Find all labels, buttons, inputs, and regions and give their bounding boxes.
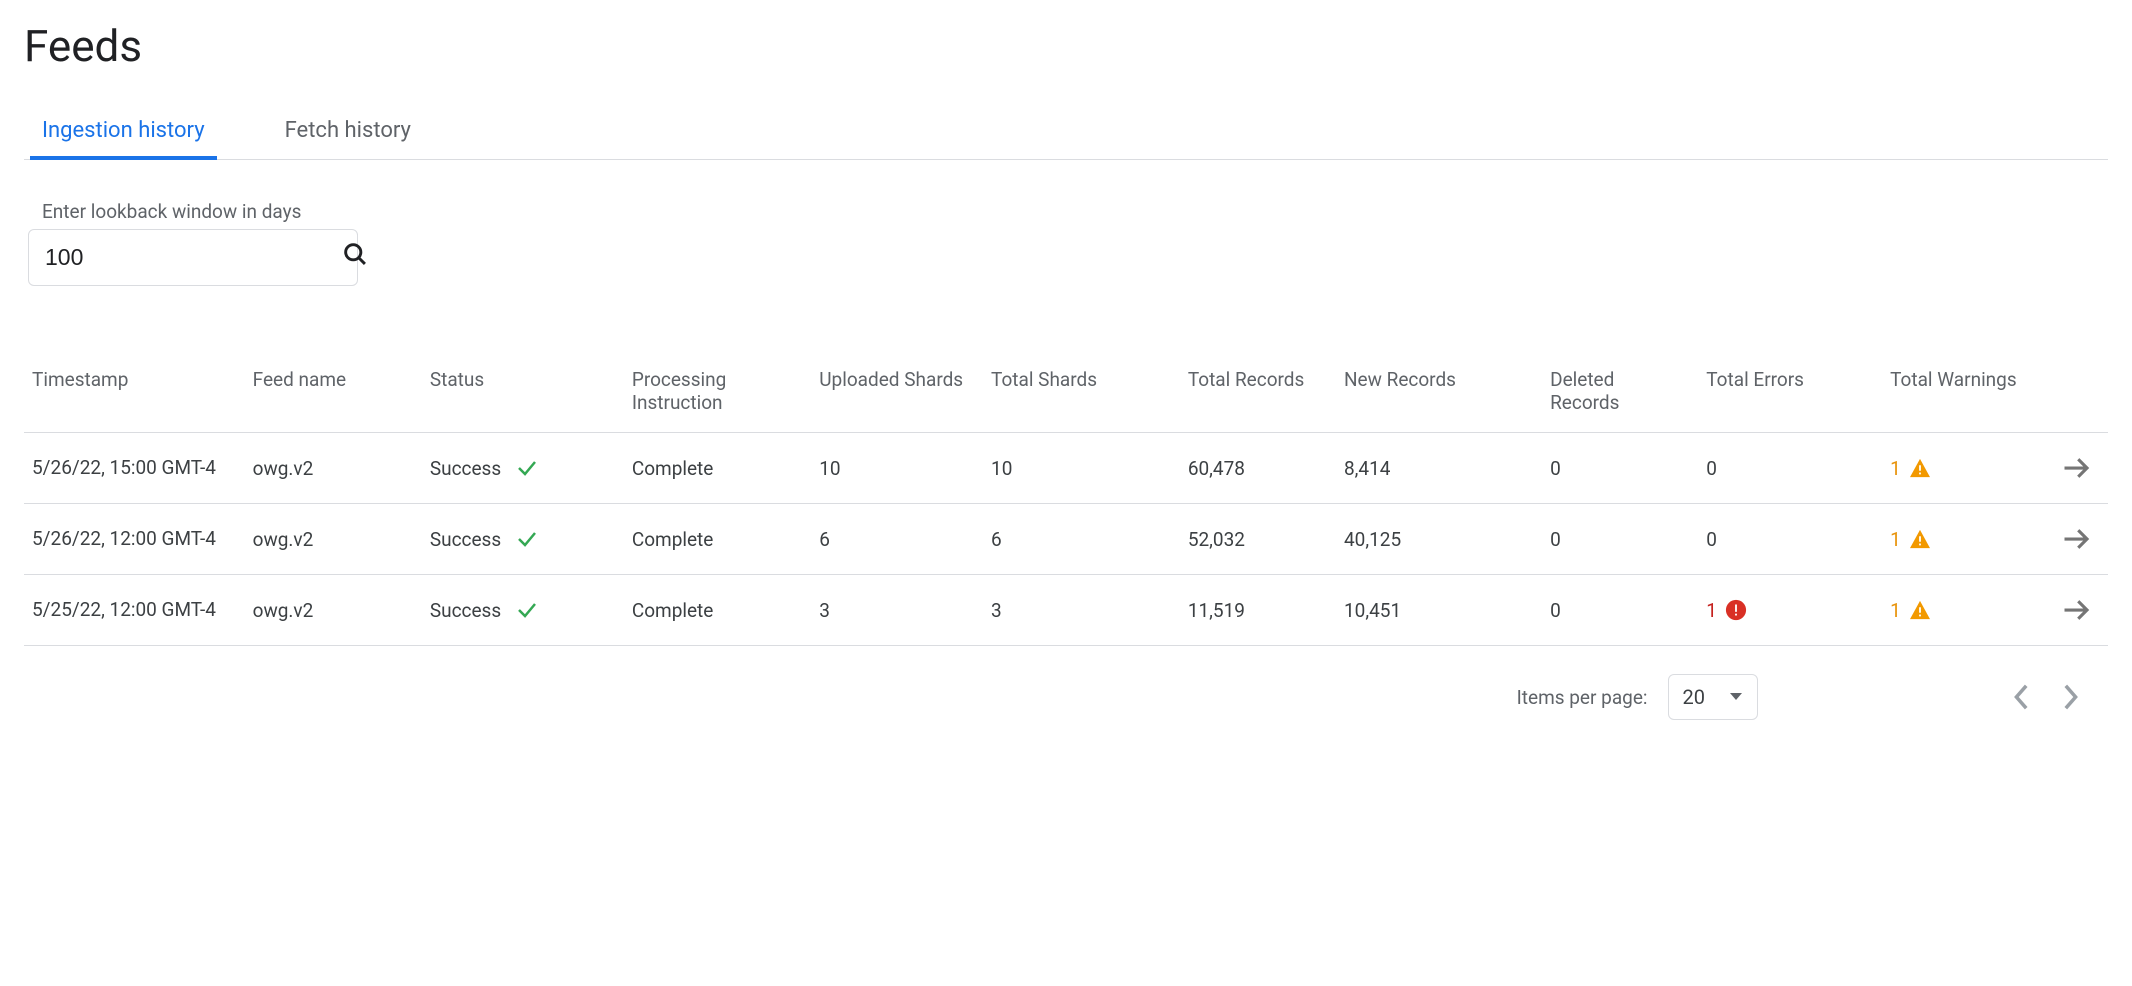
warning-icon: [1909, 529, 1931, 549]
feed-name-cell: owg.v2: [243, 504, 420, 575]
processing-instruction-cell: Complete: [622, 433, 809, 504]
items-per-page-label: Items per page:: [1517, 686, 1648, 709]
status-text: Success: [430, 457, 501, 480]
prev-page-button[interactable]: [2008, 679, 2036, 715]
error-icon: [1725, 599, 1747, 621]
total-warnings-value: 1: [1890, 457, 1901, 480]
col-total-warnings[interactable]: Total Warnings: [1880, 356, 2052, 433]
uploaded-shards-cell: 10: [809, 433, 981, 504]
lookback-field[interactable]: [28, 229, 358, 286]
check-icon: [515, 527, 539, 551]
total-errors-cell: 0: [1696, 504, 1880, 575]
table-row: 5/26/22, 15:00 GMT-4 owg.v2 Success Comp…: [24, 433, 2108, 504]
timestamp-cell: 5/25/22, 12:00 GMT-4: [24, 575, 243, 646]
uploaded-shards-cell: 3: [809, 575, 981, 646]
col-processing-instruction[interactable]: Processing Instruction: [622, 356, 809, 433]
new-records-cell: 8,414: [1334, 433, 1540, 504]
feed-name-cell: owg.v2: [243, 575, 420, 646]
total-errors-value: 0: [1706, 457, 1717, 480]
tab-fetch-history[interactable]: Fetch history: [285, 108, 411, 159]
tabs: Ingestion history Fetch history: [24, 108, 2108, 160]
total-warnings-cell: 1: [1880, 504, 2052, 575]
total-warnings-cell: 1: [1880, 433, 2052, 504]
pagination: Items per page: 20: [24, 674, 2108, 720]
col-uploaded-shards[interactable]: Uploaded Shards: [809, 356, 981, 433]
warning-icon: [1909, 600, 1931, 620]
col-status[interactable]: Status: [420, 356, 622, 433]
row-details-button[interactable]: [2062, 597, 2092, 623]
dropdown-icon: [1729, 692, 1743, 702]
row-details-button[interactable]: [2062, 526, 2092, 552]
timestamp-cell: 5/26/22, 12:00 GMT-4: [24, 504, 243, 575]
ingestion-table: Timestamp Feed name Status Processing In…: [24, 356, 2108, 646]
items-per-page-select[interactable]: 20: [1668, 674, 1758, 720]
row-details-button[interactable]: [2062, 455, 2092, 481]
col-new-records[interactable]: New Records: [1334, 356, 1540, 433]
total-warnings-cell: 1: [1880, 575, 2052, 646]
table-row: 5/25/22, 12:00 GMT-4 owg.v2 Success Comp…: [24, 575, 2108, 646]
uploaded-shards-cell: 6: [809, 504, 981, 575]
table-row: 5/26/22, 12:00 GMT-4 owg.v2 Success Comp…: [24, 504, 2108, 575]
search-icon[interactable]: [341, 240, 369, 275]
check-icon: [515, 456, 539, 480]
new-records-cell: 40,125: [1334, 504, 1540, 575]
new-records-cell: 10,451: [1334, 575, 1540, 646]
total-shards-cell: 10: [981, 433, 1178, 504]
processing-instruction-cell: Complete: [622, 575, 809, 646]
processing-instruction-cell: Complete: [622, 504, 809, 575]
col-total-records[interactable]: Total Records: [1178, 356, 1334, 433]
total-records-cell: 11,519: [1178, 575, 1334, 646]
items-per-page-value: 20: [1683, 685, 1705, 709]
status-text: Success: [430, 599, 501, 622]
warning-icon: [1909, 458, 1931, 478]
total-errors-cell: 0: [1696, 433, 1880, 504]
tab-ingestion-history[interactable]: Ingestion history: [42, 108, 205, 159]
status-cell: Success: [420, 504, 622, 575]
total-errors-value: 0: [1706, 528, 1717, 551]
lookback-label: Enter lookback window in days: [42, 200, 2108, 223]
total-shards-cell: 3: [981, 575, 1178, 646]
deleted-records-cell: 0: [1540, 575, 1696, 646]
col-deleted-records[interactable]: Deleted Records: [1540, 356, 1696, 433]
lookback-input[interactable]: [45, 244, 341, 271]
total-records-cell: 60,478: [1178, 433, 1334, 504]
next-page-button[interactable]: [2056, 679, 2084, 715]
deleted-records-cell: 0: [1540, 504, 1696, 575]
check-icon: [515, 598, 539, 622]
timestamp-cell: 5/26/22, 15:00 GMT-4: [24, 433, 243, 504]
page-title: Feeds: [24, 20, 2108, 72]
status-cell: Success: [420, 433, 622, 504]
status-text: Success: [430, 528, 501, 551]
col-timestamp[interactable]: Timestamp: [24, 356, 243, 433]
total-errors-value: 1: [1706, 599, 1717, 622]
col-total-errors[interactable]: Total Errors: [1696, 356, 1880, 433]
deleted-records-cell: 0: [1540, 433, 1696, 504]
total-errors-cell: 1: [1696, 575, 1880, 646]
status-cell: Success: [420, 575, 622, 646]
total-records-cell: 52,032: [1178, 504, 1334, 575]
col-total-shards[interactable]: Total Shards: [981, 356, 1178, 433]
total-warnings-value: 1: [1890, 599, 1901, 622]
col-feed-name[interactable]: Feed name: [243, 356, 420, 433]
total-warnings-value: 1: [1890, 528, 1901, 551]
total-shards-cell: 6: [981, 504, 1178, 575]
feed-name-cell: owg.v2: [243, 433, 420, 504]
